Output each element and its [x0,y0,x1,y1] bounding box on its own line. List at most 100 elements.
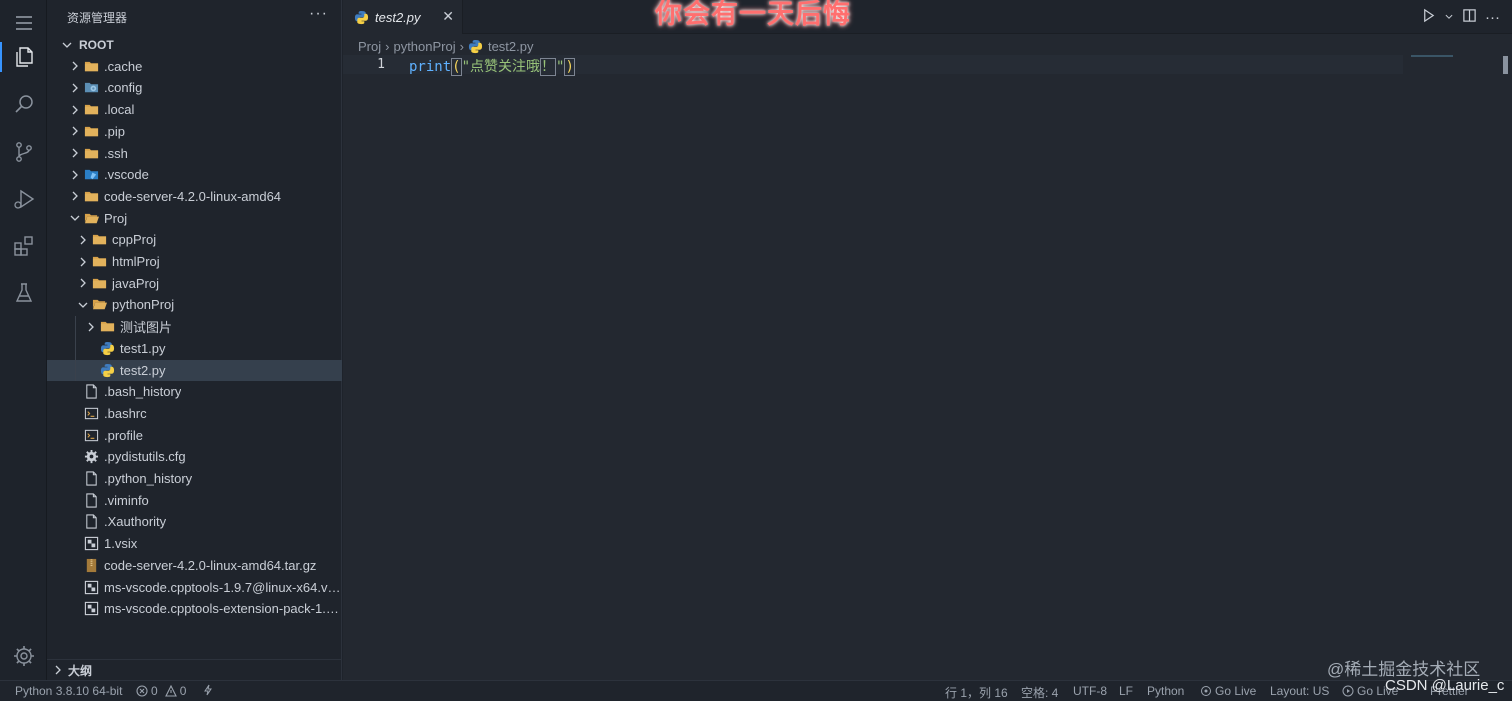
tree-item[interactable]: pythonProj [47,294,342,315]
tree-item[interactable]: 测试图片 [47,316,342,337]
tree-item[interactable]: test1.py [47,338,342,359]
tree-item[interactable]: .cache [47,56,342,77]
close-icon[interactable]: ✕ [442,8,454,25]
tree-item-label: test2.py [120,362,166,378]
folder-icon [91,232,107,248]
tree-item-label: ms-vscode.cpptools-1.9.7@linux-x64.vsix [104,579,342,595]
python-icon [99,362,115,378]
activity-bar [0,0,47,680]
status-indentation[interactable]: 空格: 4 [1021,684,1058,701]
breadcrumb-item[interactable]: test2.py [488,39,534,54]
tree-item[interactable]: .pip [47,121,342,142]
tree-item[interactable]: code-server-4.2.0-linux-amd64.tar.gz [47,555,342,576]
tree-item[interactable]: Proj [47,208,342,229]
breadcrumb: Proj › pythonProj › test2.py [358,37,534,55]
folder-icon [91,254,107,270]
chevron-down-icon[interactable] [1444,10,1454,25]
tree-item[interactable]: .bashrc [47,403,342,424]
chevron-right-icon [67,188,83,204]
overlay-caption: 你会有一天后悔 [655,0,851,30]
outline-section[interactable]: 大纲 [47,659,342,680]
lightning-icon[interactable] [202,684,214,696]
chevron-right-icon [67,123,83,139]
tree-item[interactable]: .profile [47,425,342,446]
status-cursor-position[interactable]: 行 1，列 16 [945,684,1008,701]
chevron-right-icon [50,662,66,678]
code-string: "点赞关注哦 [461,59,541,75]
tree-item[interactable]: .pydistutils.cfg [47,446,342,467]
status-problems[interactable]: 0 0 [136,684,186,698]
run-debug-icon[interactable] [0,176,47,222]
tree-item[interactable]: .vscode [47,164,342,185]
tree-item[interactable]: ms-vscode.cpptools-extension-pack-1.1...… [47,598,342,619]
tree-item-label: htmlProj [112,254,160,269]
folder-config-icon [83,80,99,96]
chevron-right-icon [75,232,91,248]
code-line[interactable]: 1 print("点赞关注哦！") [343,55,1403,76]
extensions-icon[interactable] [0,223,47,269]
source-control-icon[interactable] [0,129,47,175]
status-keyboard-layout[interactable]: Layout: US [1270,684,1329,698]
tab-label: test2.py [375,9,421,25]
tree-item[interactable]: ROOT [47,34,342,55]
code-string-char: ！ [540,58,557,76]
chevron-down-icon [59,37,75,53]
status-go-live[interactable]: Go Live [1200,684,1256,698]
explorer-sidebar: 资源管理器 ··· ROOT .cache .config .local .pip .ss… [47,0,342,680]
status-language[interactable]: Python [1147,684,1184,698]
tree-item[interactable]: .viminfo [47,490,342,511]
code-text[interactable]: print("点赞关注哦！") [409,56,575,76]
tree-item-label: cppProj [112,232,157,248]
chevron-right-icon [67,58,83,74]
split-editor-icon[interactable] [1462,8,1477,26]
tree-item[interactable]: cppProj [47,229,342,250]
breadcrumb-item[interactable]: pythonProj [393,39,455,54]
tree-item-label: ROOT [79,37,114,52]
tree-item[interactable]: ms-vscode.cpptools-1.9.7@linux-x64.vsix [47,577,342,598]
search-icon[interactable] [0,81,47,127]
tree-item[interactable]: .python_history [47,468,342,489]
explorer-icon[interactable] [0,34,47,80]
more-actions-icon[interactable]: ··· [1485,9,1500,26]
tree-item-label: .pip [104,123,125,139]
more-actions-icon[interactable]: ··· [309,5,328,23]
folder-icon [83,58,99,74]
scrollbar[interactable] [1503,56,1508,74]
tree-item[interactable]: .Xauthority [47,511,342,532]
line-number: 1 [377,57,385,72]
tree-item[interactable]: .ssh [47,143,342,164]
tree-item-label: .bashrc [104,405,147,421]
tree-item-label: .bash_history [104,384,182,400]
code-paren: ( [451,58,462,76]
settings-gear-icon[interactable] [0,633,47,679]
tree-item-label: pythonProj [112,297,175,313]
testing-icon[interactable] [0,270,47,316]
tree-item[interactable]: .local [47,99,342,120]
chevron-right-icon [67,102,83,118]
tree-item[interactable]: .bash_history [47,381,342,402]
vsix-icon [83,579,99,595]
status-python-interpreter[interactable]: Python 3.8.10 64-bit [15,684,122,698]
tree-item[interactable]: .config [47,77,342,98]
tree-item[interactable]: test2.py [47,359,342,381]
tree-item[interactable]: 1.vsix [47,533,342,554]
outline-label: 大纲 [68,663,93,678]
status-eol[interactable]: LF [1119,684,1133,698]
warning-count: 0 [179,684,187,698]
tree-item[interactable]: htmlProj [47,251,342,272]
run-icon[interactable] [1421,8,1436,26]
breadcrumb-item[interactable]: Proj [358,39,381,54]
folder-icon [99,319,115,335]
tree-item-label: ms-vscode.cpptools-extension-pack-1.1...… [104,601,342,617]
status-encoding[interactable]: UTF-8 [1073,684,1107,698]
tree-item[interactable]: code-server-4.2.0-linux-amd64 [47,186,342,207]
minimap[interactable] [1411,55,1453,57]
tree-item[interactable]: javaProj [47,273,342,294]
tab-test2-py[interactable]: test2.py ✕ [343,0,463,34]
chevron-right-icon [75,254,91,270]
